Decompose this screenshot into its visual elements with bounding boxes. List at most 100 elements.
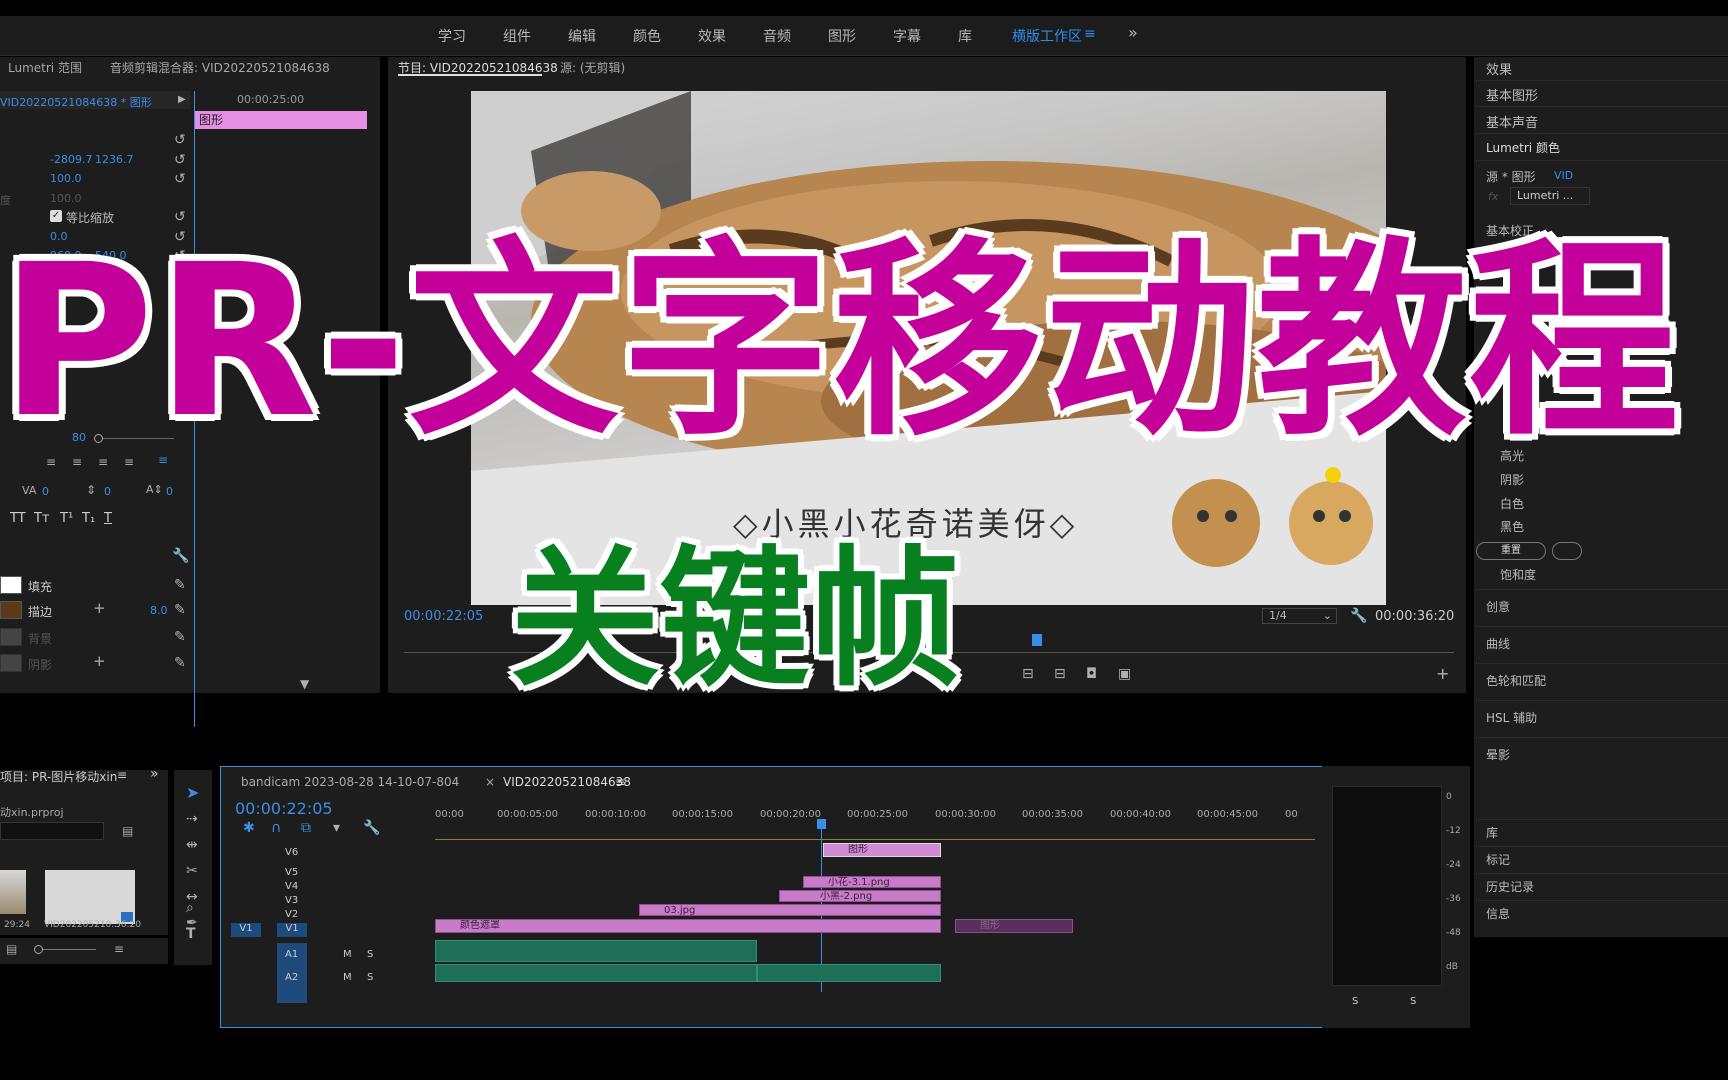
play-icon[interactable]: ▶ — [178, 93, 186, 107]
linked-selection-icon[interactable]: ⧉ — [301, 821, 311, 835]
baseline-value[interactable]: 0 — [166, 485, 173, 498]
scale-value[interactable]: 100.0 — [50, 172, 82, 185]
work-area-bar[interactable] — [435, 839, 1315, 840]
underline-button[interactable]: T — [104, 511, 112, 526]
project-title[interactable]: 项目: PR-图片移动xin — [0, 768, 117, 785]
eyedropper-icon[interactable]: ✎ — [174, 578, 186, 592]
workspace-tab-custom[interactable]: 横版工作区 — [1012, 26, 1082, 46]
stroke-color-swatch[interactable] — [0, 601, 22, 619]
folder-icon[interactable]: ▤ — [122, 824, 133, 838]
extract-icon[interactable]: ⊟ — [1054, 667, 1066, 681]
reset-icon[interactable]: ↺ — [174, 133, 186, 147]
tab-lumetri-scopes[interactable]: Lumetri 范围 — [8, 59, 82, 76]
fx-select[interactable]: Lumetri ... — [1510, 187, 1590, 205]
fill-color-swatch[interactable] — [0, 576, 22, 594]
clip-v6-graphic[interactable]: 图形 — [823, 843, 941, 857]
more-panels-icon[interactable]: » — [150, 766, 159, 782]
mute-button[interactable]: M — [343, 949, 352, 960]
shadow-color-swatch[interactable] — [0, 654, 22, 672]
panel-menu-icon[interactable]: ≡ — [117, 768, 127, 782]
thumbnail-2[interactable] — [45, 870, 135, 924]
track-label-v4[interactable]: V4 — [285, 881, 298, 892]
track-label-v5[interactable]: V5 — [285, 867, 298, 878]
ripple-edit-icon[interactable]: ⇹ — [186, 838, 198, 852]
thumbnail-1[interactable] — [0, 870, 26, 914]
reset-button[interactable]: 重置 — [1476, 542, 1546, 560]
wrench-icon[interactable]: 🔧 — [172, 549, 189, 563]
essential-sound-row[interactable]: 基本声音 — [1474, 110, 1728, 134]
clip-v1-color-matte[interactable]: 颜色遮罩 — [435, 919, 941, 933]
track-label-v3[interactable]: V3 — [285, 895, 298, 906]
tab-source[interactable]: 源: (无剪辑) — [560, 59, 625, 76]
add-stroke-icon[interactable]: + — [93, 601, 106, 616]
clip-v4[interactable]: 小花-3.1.png — [803, 876, 941, 888]
razor-icon[interactable]: ✂ — [186, 864, 198, 878]
essential-graphics-row[interactable]: 基本图形 — [1474, 83, 1728, 107]
workspace-tab-learn[interactable]: 学习 — [438, 26, 466, 46]
color-wheels-row[interactable]: 色轮和匹配 — [1474, 663, 1728, 693]
close-icon[interactable]: × — [485, 775, 495, 789]
workspace-tab-editing[interactable]: 编辑 — [568, 26, 596, 46]
track-label-a2[interactable]: A2 — [285, 972, 298, 983]
zoom-select[interactable]: 1/4 ⌄ — [1262, 608, 1337, 624]
audio-clip-a2b[interactable] — [757, 964, 941, 982]
lumetri-color-row[interactable]: Lumetri 颜色 — [1474, 137, 1728, 161]
track-label-v1[interactable]: V1 — [277, 923, 307, 937]
libraries-row[interactable]: 库 — [1474, 819, 1728, 843]
workspace-tab-color[interactable]: 颜色 — [633, 26, 661, 46]
subscript-button[interactable]: T₁ — [82, 511, 95, 526]
vignette-row[interactable]: 晕影 — [1474, 737, 1728, 767]
timeline-settings-icon[interactable]: 🔧 — [363, 821, 380, 835]
clip-v1-graphic[interactable]: 图形 — [955, 919, 1073, 933]
workspace-tab-assembly[interactable]: 组件 — [503, 26, 531, 46]
leading-value[interactable]: 0 — [104, 485, 111, 498]
timeline-playhead-handle[interactable] — [817, 819, 826, 829]
marker-icon[interactable]: ▾ — [333, 821, 340, 835]
superscript-button[interactable]: T¹ — [60, 511, 73, 526]
curves-row[interactable]: 曲线 — [1474, 626, 1728, 656]
timeline-menu-icon[interactable]: ≡ — [615, 775, 625, 789]
clip-v2[interactable]: 03.jpg — [639, 904, 941, 916]
list-view-icon[interactable]: ▤ — [6, 942, 17, 956]
tab-audio-mixer[interactable]: 音频剪辑混合器: VID20220521084638 — [110, 59, 330, 76]
zoom-tool-icon[interactable]: ⌕ — [186, 901, 194, 915]
kerning-value[interactable]: 0 — [42, 485, 49, 498]
solo-button[interactable]: S — [367, 972, 373, 983]
audio-clip-a2[interactable] — [435, 964, 757, 982]
source-label[interactable]: 源 * 图形 — [1486, 168, 1536, 185]
timeline-timecode[interactable]: 00:00:22:05 — [235, 799, 333, 818]
eyedropper-icon[interactable]: ✎ — [174, 656, 186, 670]
program-current-time[interactable]: 00:00:22:05 — [404, 609, 483, 624]
mini-graphic-clip[interactable]: 图形 — [195, 111, 367, 129]
track-label-v6[interactable]: V6 — [285, 847, 298, 858]
timeline-tab-bandicam[interactable]: bandicam 2023-08-28 14-10-07-804 — [241, 775, 459, 789]
camera-icon[interactable]: ◘ — [1086, 667, 1097, 681]
track-label-v2[interactable]: V2 — [285, 909, 298, 920]
background-color-swatch[interactable] — [0, 628, 22, 646]
mute-button[interactable]: M — [343, 972, 352, 983]
snap-icon[interactable]: ∩ — [271, 821, 281, 835]
workspace-tab-audio[interactable]: 音频 — [763, 26, 791, 46]
stroke-width-value[interactable]: 8.0 — [150, 604, 168, 617]
sort-icon[interactable]: ≡ — [114, 942, 124, 956]
more-workspaces-icon[interactable]: » — [1128, 23, 1138, 42]
history-row[interactable]: 历史记录 — [1474, 873, 1728, 897]
effects-row[interactable]: 效果 — [1474, 57, 1728, 81]
type-tool-icon[interactable]: T — [186, 927, 196, 941]
track-label-a1[interactable]: A1 — [285, 949, 298, 960]
add-button-icon[interactable]: + — [1436, 666, 1449, 682]
markers-row[interactable]: 标记 — [1474, 846, 1728, 870]
project-search-input[interactable] — [0, 822, 104, 840]
workspace-tab-captions[interactable]: 字幕 — [893, 26, 921, 46]
meter-solo-left[interactable]: S — [1352, 996, 1358, 1007]
position-x-value[interactable]: -2809.7 — [50, 153, 92, 166]
solo-button[interactable]: S — [367, 949, 373, 960]
position-y-value[interactable]: 1236.7 — [95, 153, 134, 166]
track-select-icon[interactable]: ⇢ — [186, 812, 198, 826]
creative-row[interactable]: 创意 — [1474, 589, 1728, 619]
eyedropper-icon[interactable]: ✎ — [174, 630, 186, 644]
nest-icon[interactable]: ✱ — [243, 821, 255, 835]
wrench-icon[interactable]: 🔧 — [1350, 609, 1367, 623]
thumb-size-slider[interactable] — [38, 949, 96, 950]
add-shadow-icon[interactable]: + — [93, 654, 106, 669]
